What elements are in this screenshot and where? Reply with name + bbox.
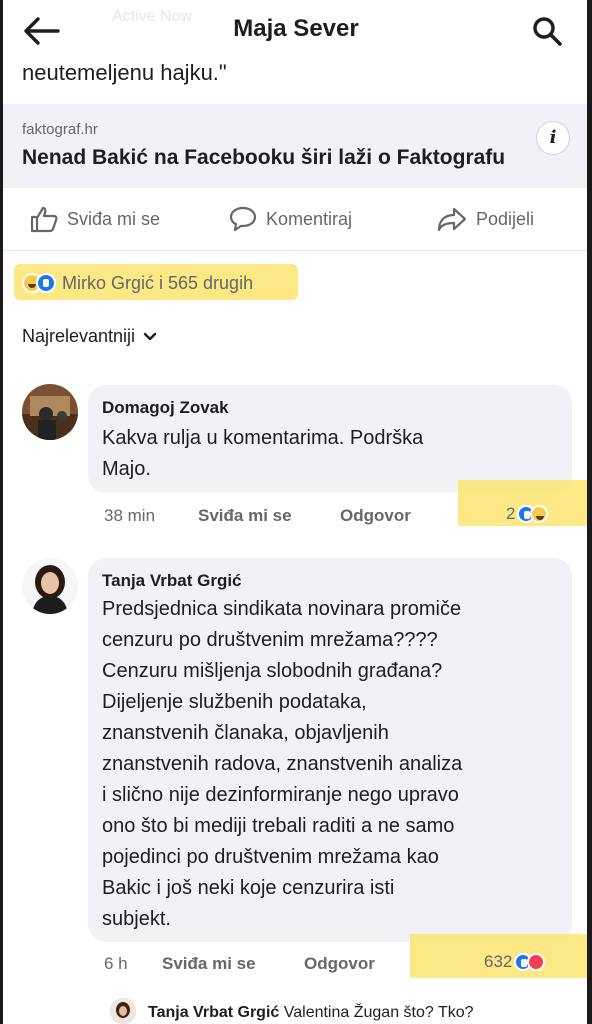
avatar[interactable] <box>22 384 78 440</box>
comment-author[interactable]: Tanja Vrbat Grgić <box>102 571 242 591</box>
comment-text-line: znanstvenih radova, znanstvenih analiza <box>102 753 463 775</box>
comment-time: 6 h <box>104 954 128 973</box>
comment-text-line: Dijeljenje službenih podataka, <box>102 691 367 713</box>
reply-text: Valentina Žugan što? Tko? <box>283 1004 474 1021</box>
post-text: neutemeljenu hajku." <box>22 60 227 85</box>
comment-text-line: Bakic i još neki koje cenzurira isti <box>102 877 395 899</box>
comment-bubble: Domagoj Zovak Kakva rulja u komentarima.… <box>88 385 572 493</box>
header: Active Now Maja Sever <box>0 0 592 60</box>
page-title: Maja Sever <box>233 15 359 42</box>
info-icon[interactable]: i <box>536 121 570 155</box>
thumbs-up-icon <box>30 206 58 233</box>
comment-text-line: pojedinci po društvenim mrežama kao <box>102 846 439 868</box>
comment-text-line: Majo. <box>102 458 151 480</box>
comment-text-line: Cenzuru mišljenja slobodnih građana? <box>102 660 443 682</box>
comment-text-line: cenzuru po društvenim mrežama???? <box>102 629 438 651</box>
comment-label: Komentiraj <box>266 208 353 229</box>
comment-text-line: i slično nije dezinformiranje nego uprav… <box>102 784 459 806</box>
avatar[interactable] <box>110 998 136 1024</box>
search-icon[interactable] <box>530 14 564 48</box>
comment-time: 38 min <box>104 506 156 525</box>
post-action-bar: Sviđa mi se Komentiraj Podijeli <box>3 196 587 244</box>
sort-label: Najrelevantniji <box>22 326 136 346</box>
comment-bubble-icon <box>229 206 257 232</box>
comment-reactions[interactable]: 2 <box>506 504 549 524</box>
avatar[interactable] <box>22 558 78 614</box>
comment-bubble: Tanja Vrbat Grgić Predsjednica sindikata… <box>88 558 572 942</box>
comment-button[interactable]: Komentiraj <box>228 204 352 234</box>
comment-reply-button[interactable]: Odgovor <box>340 506 411 526</box>
avatar-photo <box>22 384 78 440</box>
comment-author[interactable]: Domagoj Zovak <box>102 398 229 418</box>
avatar-photo <box>22 558 78 614</box>
app-frame: Active Now Maja Sever neutemeljenu hajku… <box>0 0 592 1024</box>
reaction-count: 632 <box>484 952 513 971</box>
screen-edge <box>587 0 592 1024</box>
reaction-count: 2 <box>506 504 516 523</box>
comment-text-line: Kakva rulja u komentarima. Podrška <box>102 427 424 449</box>
divider <box>3 250 587 251</box>
like-reaction-icon <box>36 273 56 293</box>
comment-reply-button[interactable]: Odgovor <box>304 954 375 974</box>
reply-preview[interactable]: Tanja Vrbat Grgić Valentina Žugan što? T… <box>148 1004 474 1022</box>
reply-author: Tanja Vrbat Grgić <box>148 1004 280 1021</box>
like-button[interactable]: Sviđa mi se <box>29 204 160 234</box>
link-preview-card[interactable]: faktograf.hr Nenad Bakić na Facebooku ši… <box>3 104 587 188</box>
link-domain: faktograf.hr <box>22 121 98 138</box>
share-arrow-icon <box>437 207 467 232</box>
love-reaction-icon <box>527 953 546 971</box>
like-label: Sviđa mi se <box>67 208 161 229</box>
comment-text-line: Predsjednica sindikata novinara promiče <box>102 598 462 620</box>
link-title: Nenad Bakić na Facebooku širi laži o Fak… <box>22 146 506 169</box>
chevron-down-icon <box>143 332 157 340</box>
haha-reaction-icon <box>530 505 549 523</box>
comment-text-line: ono što bi mediji trebali raditi a ne sa… <box>102 815 455 837</box>
screen-edge <box>0 0 3 1024</box>
comment-like-button[interactable]: Sviđa mi se <box>162 954 256 974</box>
share-button[interactable]: Podijeli <box>436 204 534 234</box>
reactions-summary-text: Mirko Grgić i 565 drugih <box>62 272 254 293</box>
comment-sort-dropdown[interactable]: Najrelevantniji <box>22 326 157 347</box>
comment-text-line: subjekt. <box>102 908 171 930</box>
share-label: Podijeli <box>476 208 535 229</box>
avatar-photo <box>110 998 136 1024</box>
comment-reactions[interactable]: 632 <box>484 952 546 972</box>
comment-like-button[interactable]: Sviđa mi se <box>198 506 292 526</box>
comment-text-line: znanstvenih članaka, objavljenih <box>102 722 389 744</box>
reactions-summary[interactable]: Mirko Grgić i 565 drugih <box>22 268 253 298</box>
